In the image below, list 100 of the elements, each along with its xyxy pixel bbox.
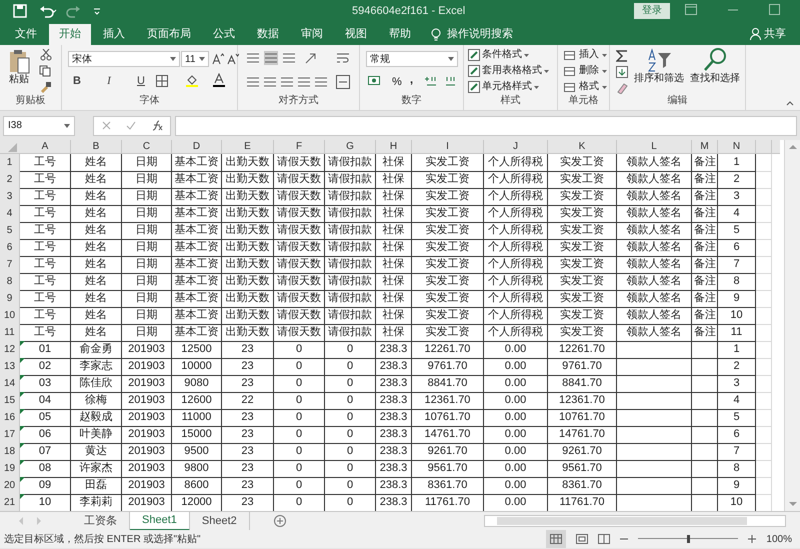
customize-toolbar-icon[interactable]	[93, 7, 101, 15]
text-orientation-icon[interactable]	[304, 52, 318, 64]
row-header[interactable]: 14	[0, 375, 20, 393]
borders-icon[interactable]	[156, 75, 168, 87]
row-header[interactable]: 5	[0, 222, 20, 240]
align-bottom-icon[interactable]	[282, 51, 296, 65]
share-button[interactable]: 共享	[764, 26, 786, 42]
insert-function-icon[interactable]	[150, 120, 162, 131]
row-header[interactable]: 12	[0, 341, 20, 359]
row-header[interactable]: 11	[0, 324, 20, 342]
ribbon-tab[interactable]: 页面布局	[137, 24, 201, 45]
row-header[interactable]: 9	[0, 290, 20, 308]
column-header[interactable]: M	[692, 140, 718, 154]
tell-me-search[interactable]: 操作说明搜索	[447, 26, 513, 43]
column-header[interactable]: N	[718, 140, 756, 154]
font-size-field[interactable]: 11	[181, 51, 209, 67]
column-header[interactable]: I	[412, 140, 484, 154]
page-layout-icon[interactable]	[576, 534, 588, 544]
font-color-icon[interactable]	[212, 73, 226, 87]
ribbon-tab[interactable]: 帮助	[379, 24, 421, 45]
ribbon-button[interactable]: 条件格式	[468, 48, 529, 62]
increase-font-icon[interactable]	[212, 53, 224, 65]
row-header[interactable]: 10	[0, 307, 20, 325]
row-header[interactable]: 16	[0, 409, 20, 427]
ribbon-button[interactable]: ,	[410, 72, 414, 88]
align-middle-icon[interactable]	[264, 51, 278, 65]
ribbon-button[interactable]: 插入	[564, 48, 607, 62]
row-header[interactable]: 20	[0, 477, 20, 495]
zoom-in-icon[interactable]	[748, 535, 756, 543]
paste-button[interactable]: 粘贴	[8, 48, 30, 86]
column-header[interactable]: L	[617, 140, 692, 154]
ribbon-tab[interactable]: 文件	[5, 24, 47, 45]
scrollbar-thumb[interactable]	[497, 517, 747, 525]
page-break-icon[interactable]	[598, 534, 610, 544]
row-header[interactable]: 17	[0, 426, 20, 444]
save-icon[interactable]	[13, 4, 27, 18]
column-header[interactable]: B	[71, 140, 122, 154]
find-select-button[interactable]: 查找和选择	[690, 47, 740, 85]
row-header[interactable]: 4	[0, 205, 20, 223]
scissors-icon[interactable]	[40, 49, 52, 61]
normal-view-icon[interactable]	[546, 530, 566, 548]
row-header[interactable]: 1	[0, 154, 20, 172]
formula-input[interactable]	[175, 116, 797, 136]
ribbon-tab[interactable]: 数据	[247, 24, 289, 45]
column-header[interactable]: K	[548, 140, 617, 154]
row-header[interactable]: 2	[0, 171, 20, 189]
ribbon-tab[interactable]: 视图	[335, 24, 377, 45]
paintbrush-icon[interactable]	[40, 81, 52, 93]
row-header[interactable]: 18	[0, 443, 20, 461]
accounting-format-icon[interactable]	[368, 75, 382, 87]
ribbon-tab[interactable]: 审阅	[291, 24, 333, 45]
align-right-icon[interactable]	[280, 75, 294, 89]
column-header[interactable]: G	[325, 140, 376, 154]
ribbon-button[interactable]: 删除	[564, 64, 607, 78]
copy-icon[interactable]	[39, 65, 53, 77]
ribbon-tab[interactable]: 公式	[203, 24, 245, 45]
row-header[interactable]: 3	[0, 188, 20, 206]
ribbon-button[interactable]: 格式	[564, 80, 607, 94]
column-header[interactable]: H	[376, 140, 412, 154]
ribbon-button[interactable]: 单元格样式	[468, 80, 539, 94]
align-left-icon[interactable]	[246, 75, 260, 89]
ribbon-button[interactable]: B	[70, 73, 84, 90]
column-header[interactable]: C	[122, 140, 172, 154]
row-header[interactable]: 6	[0, 239, 20, 257]
ribbon-tab[interactable]: 插入	[93, 24, 135, 45]
align-top-icon[interactable]	[246, 51, 260, 65]
row-header[interactable]: 19	[0, 460, 20, 478]
decrease-indent-icon[interactable]	[297, 75, 311, 89]
increase-decimal-icon[interactable]	[424, 75, 438, 87]
column-header[interactable]: A	[20, 140, 71, 154]
row-header[interactable]: 7	[0, 256, 20, 274]
row-header[interactable]: 8	[0, 273, 20, 291]
fill-color-icon[interactable]	[185, 73, 199, 87]
number-format-field[interactable]: 常规	[366, 51, 458, 67]
row-header[interactable]: 21	[0, 494, 20, 511]
row-header[interactable]: 15	[0, 392, 20, 410]
decrease-decimal-icon[interactable]	[444, 75, 458, 87]
align-center-icon[interactable]	[263, 75, 277, 89]
add-sheet-icon[interactable]	[274, 515, 286, 527]
font-name-field[interactable]: 宋体	[68, 51, 180, 67]
fill-down-icon[interactable]	[616, 66, 628, 78]
sheet-tab[interactable]: Sheet1	[130, 512, 190, 530]
column-header[interactable]: D	[172, 140, 222, 154]
horizontal-scrollbar[interactable]	[484, 515, 786, 527]
decrease-font-icon[interactable]	[227, 53, 239, 65]
maximize-icon[interactable]	[769, 4, 780, 15]
column-header[interactable]: E	[222, 140, 274, 154]
zoom-level[interactable]: 100%	[766, 532, 792, 546]
ribbon-display-icon[interactable]	[685, 4, 697, 15]
login-button[interactable]: 登录	[634, 3, 670, 19]
eraser-icon[interactable]	[616, 82, 628, 94]
zoom-slider-thumb[interactable]	[687, 535, 690, 543]
ribbon-button[interactable]: 套用表格格式	[468, 64, 549, 78]
ribbon-button[interactable]: I	[102, 73, 116, 90]
wrap-text-icon[interactable]	[336, 51, 350, 65]
column-header[interactable]: F	[274, 140, 325, 154]
collapse-ribbon-icon[interactable]	[786, 100, 794, 106]
sort-filter-button[interactable]: 排序和筛选	[634, 47, 684, 85]
ribbon-button[interactable]: %	[392, 74, 402, 90]
autosum-icon[interactable]	[616, 50, 628, 62]
